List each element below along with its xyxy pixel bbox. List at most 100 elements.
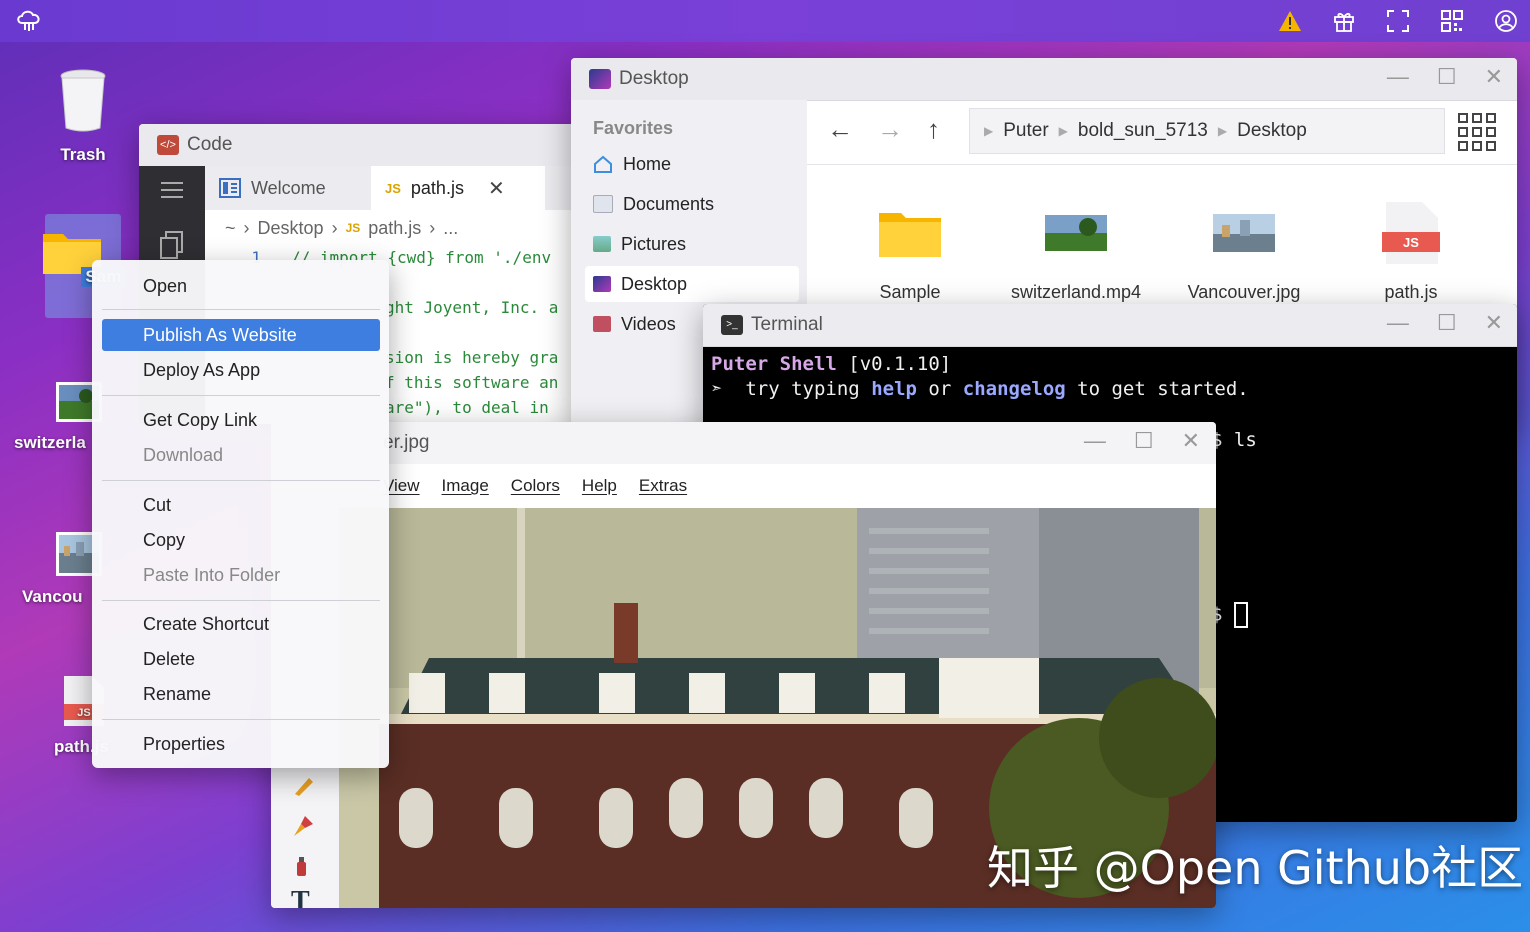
forward-arrow-icon[interactable]: →	[877, 114, 903, 145]
code-line: sion is hereby gra	[385, 348, 558, 372]
tab-path-js[interactable]: JS path.js ✕	[371, 166, 545, 210]
up-arrow-icon[interactable]: ↑	[927, 114, 940, 145]
home-icon	[594, 155, 612, 173]
menu-bar: View Image Colors Help Extras	[271, 464, 1216, 508]
menu-colors[interactable]: Colors	[511, 476, 560, 496]
menu-item-open[interactable]: Open	[102, 270, 380, 302]
path-segment[interactable]: bold_sun_5713	[1078, 120, 1208, 142]
desktop-folder-icon	[589, 69, 611, 89]
path-bar[interactable]: ▶ Puter ▶ bold_sun_5713 ▶ Desktop	[969, 108, 1445, 154]
terminal-prompt: $ ls	[1211, 428, 1257, 453]
menu-divider	[102, 719, 380, 720]
maximize-icon[interactable]: ☐	[1437, 310, 1457, 336]
breadcrumb-home[interactable]: ~	[225, 218, 236, 239]
window-titlebar[interactable]: Desktop — ☐ ✕	[571, 58, 1517, 101]
hint-command: changelog	[962, 378, 1066, 400]
code-text: f this software an	[385, 373, 559, 392]
video-thumbnail-icon	[1042, 212, 1110, 254]
close-icon[interactable]: ✕	[488, 176, 505, 201]
brush-icon[interactable]	[291, 814, 317, 838]
window-title: Code	[187, 134, 233, 155]
code-text: are"), to deal in	[385, 398, 559, 417]
menu-item-copy[interactable]: Copy	[102, 524, 380, 556]
path-segment[interactable]: Puter	[1003, 120, 1048, 142]
menu-item-delete[interactable]: Delete	[102, 643, 380, 675]
menu-item-rename[interactable]: Rename	[102, 678, 380, 710]
menu-item-deploy-as-app[interactable]: Deploy As App	[102, 354, 380, 386]
window-titlebar[interactable]: </> Code	[139, 124, 579, 167]
breadcrumb-more[interactable]: ...	[443, 218, 458, 239]
minimize-icon[interactable]: —	[1084, 428, 1106, 454]
close-icon[interactable]: ✕	[1485, 64, 1503, 90]
menu-item-cut[interactable]: Cut	[102, 489, 380, 521]
pencil-icon[interactable]	[291, 774, 317, 798]
file-item[interactable]: JS path.js	[1336, 198, 1486, 303]
user-icon[interactable]	[1492, 8, 1520, 34]
breadcrumb-file[interactable]: path.js	[368, 218, 421, 239]
code-line: are"), to deal in	[385, 398, 558, 422]
fullscreen-icon[interactable]	[1384, 8, 1412, 34]
maximize-icon[interactable]: ☐	[1437, 64, 1457, 90]
text-tool-icon[interactable]: T	[291, 886, 310, 908]
gift-icon[interactable]	[1330, 8, 1358, 34]
back-arrow-icon[interactable]: ←	[827, 114, 853, 145]
chevron-right-icon: ›	[243, 217, 250, 238]
watermark-text: 知乎 @Open Github社区	[987, 841, 1524, 895]
sidebar-item-desktop[interactable]: Desktop	[585, 266, 799, 302]
menu-icon[interactable]	[159, 180, 185, 200]
desktop-item-trash[interactable]: Trash	[28, 66, 138, 165]
grid-view-icon[interactable]	[1457, 112, 1497, 152]
sidebar-item-label: Documents	[623, 193, 715, 214]
tab-welcome[interactable]: Welcome	[205, 166, 369, 210]
window-titlebar[interactable]: er.jpg — ☐ ✕	[271, 422, 1216, 464]
sidebar-item-label: Desktop	[621, 273, 688, 294]
menu-item-publish-as-website[interactable]: Publish As Website	[102, 319, 380, 351]
file-item[interactable]: Vancouver.jpg	[1169, 198, 1319, 303]
tab-label: Welcome	[251, 177, 326, 198]
window-title: Terminal	[751, 314, 823, 335]
folder-icon	[879, 213, 941, 257]
context-menu: Open Publish As Website Deploy As App Ge…	[92, 260, 389, 768]
warning-icon[interactable]	[1276, 8, 1304, 34]
minimize-icon[interactable]: —	[1387, 310, 1409, 336]
prompt-arrow-icon: ➣	[711, 378, 723, 400]
sidebar-item-pictures[interactable]: Pictures	[585, 226, 799, 262]
qr-code-icon[interactable]	[1438, 8, 1466, 34]
js-file-icon: JS	[1382, 202, 1440, 264]
prompt-text: $ ls	[1211, 429, 1257, 451]
chevron-right-icon: ▶	[1217, 124, 1228, 138]
terminal-output[interactable]: Puter Shell [v0.1.10] ➣ try typing help …	[711, 352, 1249, 402]
maximize-icon[interactable]: ☐	[1134, 428, 1154, 454]
menu-item-paste-into-folder[interactable]: Paste Into Folder	[102, 559, 380, 591]
window-title: er.jpg	[383, 432, 430, 453]
path-segment[interactable]: Desktop	[1237, 120, 1307, 142]
close-icon[interactable]: ✕	[1182, 428, 1200, 454]
chevron-right-icon: ›	[429, 217, 436, 238]
file-navbar: ← → ↑ ▶ Puter ▶ bold_sun_5713 ▶ Desktop	[807, 100, 1517, 165]
files-icon[interactable]	[159, 230, 185, 260]
close-icon[interactable]: ✕	[1485, 310, 1503, 336]
airbrush-icon[interactable]	[291, 854, 317, 878]
sidebar-item-home[interactable]: Home	[585, 146, 799, 182]
file-item[interactable]: switzerland.mp4	[1001, 198, 1151, 303]
file-item[interactable]: Sample	[835, 198, 985, 303]
menu-extras[interactable]: Extras	[639, 476, 687, 496]
puter-logo-icon[interactable]	[16, 9, 42, 33]
chevron-right-icon: ›	[331, 217, 338, 238]
menu-image[interactable]: Image	[442, 476, 489, 496]
minimize-icon[interactable]: —	[1387, 64, 1409, 90]
sidebar-item-documents[interactable]: Documents	[585, 186, 799, 222]
code-text: sion is hereby gra	[385, 348, 559, 367]
window-titlebar[interactable]: >_ Terminal — ☐ ✕	[703, 304, 1517, 347]
hint-text: try typing	[745, 378, 860, 400]
menu-item-download[interactable]: Download	[102, 439, 380, 471]
menu-item-get-copy-link[interactable]: Get Copy Link	[102, 404, 380, 436]
menu-item-create-shortcut[interactable]: Create Shortcut	[102, 608, 380, 640]
menu-help[interactable]: Help	[582, 476, 617, 496]
menu-divider	[102, 600, 380, 601]
breadcrumb-folder[interactable]: Desktop	[258, 218, 324, 239]
pictures-icon	[593, 236, 611, 252]
menu-divider	[102, 480, 380, 481]
menu-item-properties[interactable]: Properties	[102, 728, 380, 760]
hint-text: to get started.	[1077, 378, 1249, 400]
